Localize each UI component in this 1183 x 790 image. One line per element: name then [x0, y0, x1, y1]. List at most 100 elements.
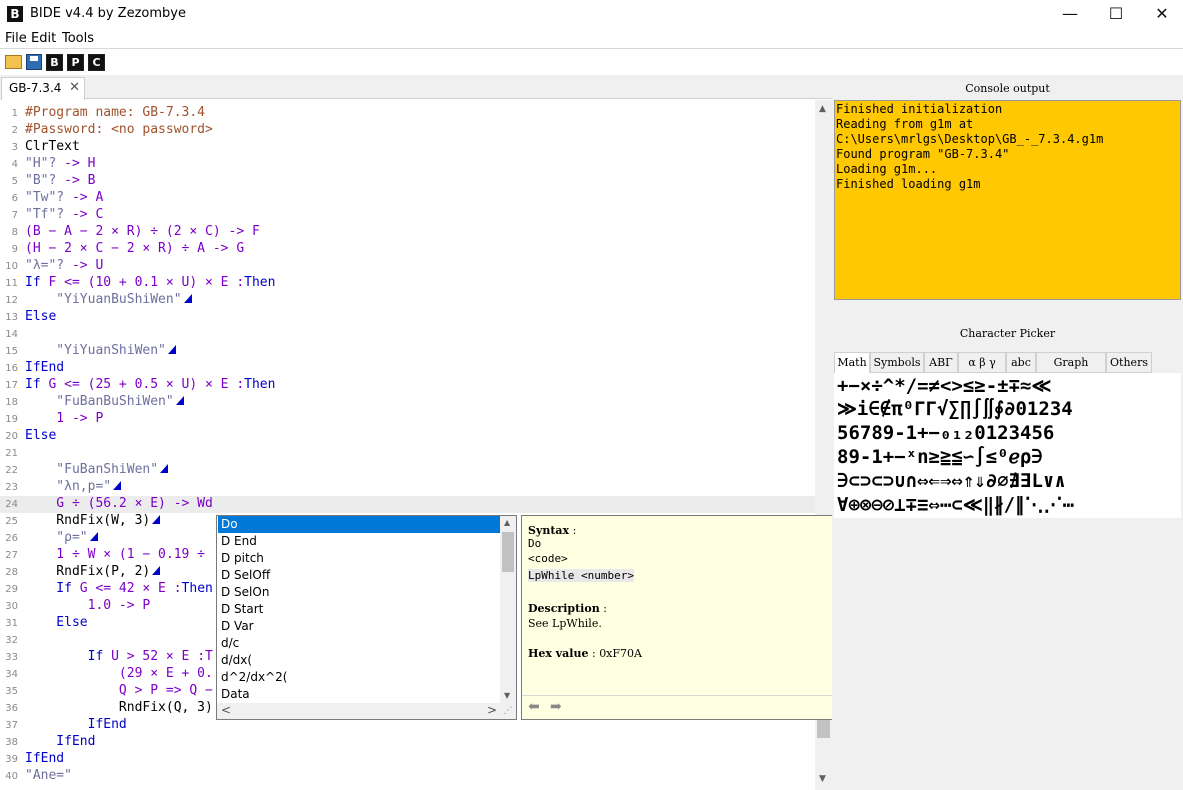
code-line: 7 "Tf"? -> C: [0, 207, 815, 224]
description-text: See LpWhile.: [528, 617, 602, 630]
display-triangle-icon: [175, 396, 184, 405]
code-string: "H"?: [25, 156, 57, 171]
code-var: U: [95, 258, 104, 273]
line-number: 14: [5, 329, 18, 340]
line-number: 29: [5, 584, 18, 595]
autocomplete-vscrollbar[interactable]: ▲ ▼: [500, 516, 516, 704]
line-number: 2: [11, 125, 18, 136]
autocomplete-item[interactable]: D SelOff: [218, 567, 500, 584]
build-b-icon[interactable]: B: [46, 54, 63, 71]
maximize-button[interactable]: ☐: [1093, 0, 1139, 28]
code-text: G ÷ (56.2 × E) -> Wd: [25, 496, 213, 511]
close-button[interactable]: ✕: [1139, 0, 1183, 28]
syntax-line: Do: [528, 537, 542, 550]
tab-others[interactable]: Others: [1106, 352, 1152, 373]
syntax-label: Syntax: [528, 524, 570, 537]
line-number: 18: [5, 397, 18, 408]
forward-arrow-icon[interactable]: ➡: [550, 699, 562, 715]
code-expression: F <= (10 + 0.1 × U) × E :: [40, 275, 245, 290]
autocomplete-item[interactable]: D SelOn: [218, 584, 500, 601]
menu-file[interactable]: File: [5, 31, 27, 46]
scroll-right-icon[interactable]: >: [487, 703, 497, 717]
console-output[interactable]: Finished initialization Reading from g1m…: [834, 100, 1181, 300]
tab-math[interactable]: Math: [834, 352, 870, 373]
build-c-icon[interactable]: C: [88, 54, 105, 71]
scrollbar-thumb[interactable]: [502, 532, 514, 572]
description-separator: :: [599, 602, 607, 615]
code-keyword: Then: [244, 275, 276, 290]
autocomplete-item[interactable]: Data: [218, 686, 500, 703]
line-number: 24: [5, 499, 18, 510]
char-picker-grid[interactable]: +−×÷^*/=≠<>≤≥-±∓≈≪ ≫i∈∉π⁰ΓΓ√∑∏∫∬∮∂01234 …: [834, 373, 1181, 518]
line-number: 9: [11, 244, 18, 255]
code-line: 17 If G <= (25 + 0.5 × U) × E :Then: [0, 377, 815, 394]
scroll-down-icon[interactable]: ▼: [504, 691, 510, 700]
code-keyword: Else: [25, 615, 88, 630]
code-line: 9 (H − 2 × C − 2 × R) ÷ A -> G: [0, 241, 815, 258]
resize-grip-icon[interactable]: ⋰: [500, 703, 516, 719]
char-row[interactable]: 89-1+−ˣn≥≧≦∽∫≤⁰ℯρ∋: [837, 446, 1043, 468]
char-row[interactable]: ∀⊕⊗⊖⊘⊥∓≡⇔⋯⊂≪‖∦∕∥⋱⋰⋯: [837, 494, 1074, 516]
code-line: 4 "H"? -> H: [0, 156, 815, 173]
scroll-up-icon[interactable]: ▲: [819, 104, 826, 114]
code-line: 3 ClrText: [0, 139, 815, 156]
menu-tools[interactable]: Tools: [62, 31, 94, 46]
back-arrow-icon[interactable]: ⬅: [528, 699, 540, 715]
tab-greek-upper[interactable]: ΑΒΓ: [924, 352, 958, 373]
char-row[interactable]: ≫i∈∉π⁰ΓΓ√∑∏∫∬∮∂01234: [837, 398, 1073, 420]
menu-edit[interactable]: Edit: [31, 31, 56, 46]
tab-greek-lower[interactable]: α β γ: [958, 352, 1006, 373]
code-text: RndFix(Q, 3): [25, 700, 213, 715]
line-number: 17: [5, 380, 18, 391]
minimize-button[interactable]: —: [1047, 0, 1093, 28]
scroll-down-icon[interactable]: ▼: [819, 774, 826, 784]
tab-gb-7-3-4[interactable]: GB-7.3.4 ✕: [1, 77, 85, 100]
autocomplete-item[interactable]: Do: [218, 516, 500, 533]
save-icon[interactable]: [26, 54, 42, 70]
line-number: 28: [5, 567, 18, 578]
char-row[interactable]: +−×÷^*/=≠<>≤≥-±∓≈≪: [837, 375, 1051, 397]
build-p-icon[interactable]: P: [67, 54, 84, 71]
autocomplete-item[interactable]: d/c: [218, 635, 500, 652]
code-line: 6 "Tw"? -> A: [0, 190, 815, 207]
tab-graph-90e[interactable]: Graph 90+E: [1036, 352, 1106, 388]
code-string: "Tw"?: [25, 190, 65, 205]
tab-abc[interactable]: abc: [1006, 352, 1036, 373]
scroll-left-icon[interactable]: <: [221, 703, 231, 717]
code-operator: ->: [64, 207, 96, 222]
code-text: #Password: <no password>: [25, 122, 213, 137]
code-text: (29 × E + 0.: [25, 666, 213, 681]
code-keyword: IfEnd: [25, 360, 65, 375]
hex-value: 0xF70A: [599, 647, 642, 660]
tab-close-icon[interactable]: ✕: [69, 80, 80, 95]
code-line: 8 (B − A − 2 × R) ÷ (2 × C) -> F: [0, 224, 815, 241]
tab-symbols[interactable]: Symbols: [870, 352, 924, 373]
code-var: A: [95, 190, 104, 205]
autocomplete-item[interactable]: D Start: [218, 601, 500, 618]
autocomplete-item[interactable]: D Var: [218, 618, 500, 635]
toolbar: B P C: [0, 48, 1183, 74]
char-row[interactable]: ∋⊂⊃⊂⊃∪∩⇔⇐⇒⇔⇑⇓∂∅∄∃L∨∧: [837, 470, 1066, 492]
scrollbar-thumb[interactable]: [817, 720, 830, 738]
line-number: 11: [5, 278, 18, 289]
display-triangle-icon: [183, 294, 192, 303]
code-string: "λn,p=": [25, 479, 112, 494]
autocomplete-item[interactable]: D pitch: [218, 550, 500, 567]
code-line: 19 1 -> P: [0, 411, 815, 428]
folder-open-icon[interactable]: [5, 55, 22, 69]
scroll-up-icon[interactable]: ▲: [504, 518, 510, 527]
autocomplete-item[interactable]: D End: [218, 533, 500, 550]
code-keyword: IfEnd: [25, 751, 65, 766]
autocomplete-item[interactable]: d/dx(: [218, 652, 500, 669]
code-string: "ρ=": [25, 530, 88, 545]
code-string: "Tf"?: [25, 207, 65, 222]
code-line: 13 Else: [0, 309, 815, 326]
line-number: 30: [5, 601, 18, 612]
autocomplete-hscrollbar[interactable]: < >: [217, 703, 501, 719]
code-line: 39 IfEnd: [0, 751, 815, 768]
autocomplete-item[interactable]: d^2/dx^2(: [218, 669, 500, 686]
autocomplete-list[interactable]: Do D End D pitch D SelOff D SelOn D Star…: [216, 515, 517, 720]
code-string: "YiYuanShiWen": [25, 343, 166, 358]
char-row[interactable]: 56789-1+−₀₁₂0123456: [837, 422, 1054, 444]
code-line: 1 #Program name: GB-7.3.4: [0, 105, 815, 122]
